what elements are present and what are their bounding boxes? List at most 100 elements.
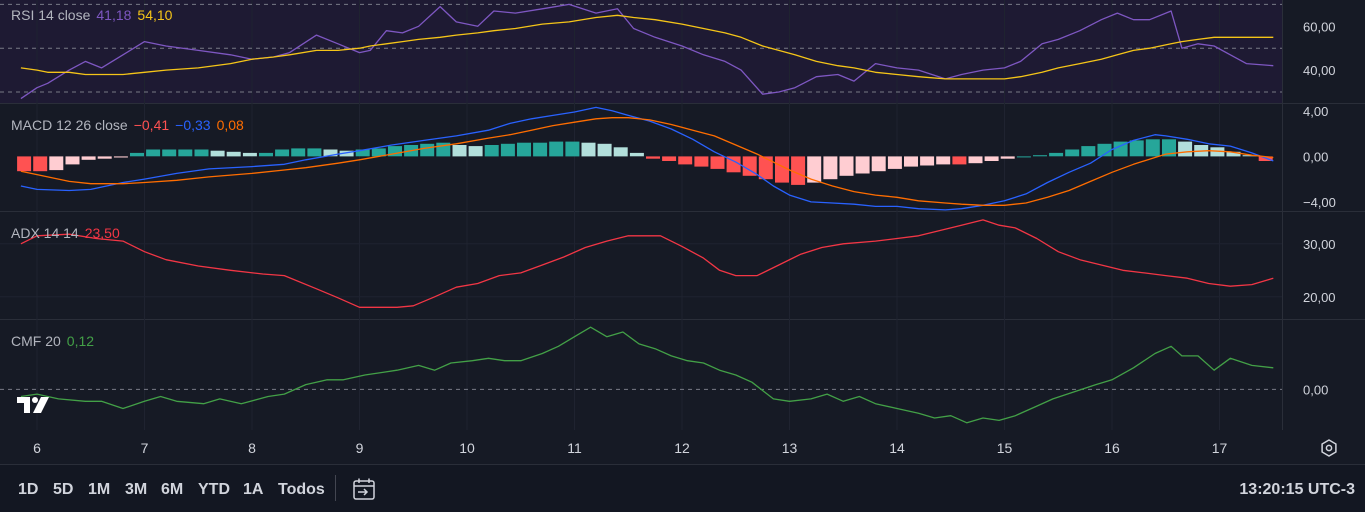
time-axis-label: 15 <box>997 440 1013 456</box>
time-axis-label: 12 <box>674 440 690 456</box>
macd-histogram-bar <box>259 152 273 157</box>
tradingview-logo-icon[interactable] <box>15 393 55 415</box>
macd-histogram-bar <box>775 156 789 183</box>
timeframe-3m-button[interactable]: 3M <box>125 481 147 499</box>
macd-histogram-bar <box>500 143 515 157</box>
macd-histogram-bar <box>549 141 564 157</box>
macd-histogram-bar <box>1129 140 1144 157</box>
time-axis-label: 8 <box>248 440 256 456</box>
footer-toolbar: 1D 5D 1M 3M 6M YTD 1A Todos 13:20:15 UTC… <box>0 464 1365 512</box>
macd-histogram-bar <box>920 156 935 166</box>
timeframe-1m-button[interactable]: 1M <box>88 481 110 499</box>
time-axis-label: 10 <box>459 440 475 456</box>
rsi-legend: RSI 14 close 41,18 54,10 <box>11 7 178 23</box>
macd-histogram-bar <box>291 148 306 157</box>
adx-legend-name: ADX 14 14 <box>11 225 79 241</box>
macd-value: −0,33 <box>175 117 211 133</box>
macd-histogram-bar <box>162 149 177 157</box>
cmf-axis-label: 0,00 <box>1303 382 1328 397</box>
macd-histogram-bar <box>33 156 48 172</box>
macd-signal-value: 0,08 <box>216 117 244 133</box>
adx-value: 23,50 <box>84 225 120 241</box>
indicator-chart[interactable]: 60,00 40,00 4,00 0,00 −4,00 30,00 20,00 0,00 6 7 8… <box>0 0 1365 511</box>
macd-histogram-bar <box>1033 155 1047 157</box>
timeframe-1a-button[interactable]: 1A <box>243 481 263 499</box>
cmf-legend: CMF 20 0,12 <box>11 333 100 349</box>
macd-histogram-bar <box>936 156 951 165</box>
macd-legend-name: MACD 12 26 close <box>11 117 128 133</box>
macd-histogram-bar <box>646 156 660 159</box>
macd-histogram-bar <box>242 152 257 157</box>
timeframe-6m-button[interactable]: 6M <box>161 481 183 499</box>
rsi-value: 41,18 <box>96 7 132 23</box>
timeframe-ytd-button[interactable]: YTD <box>198 481 230 499</box>
macd-histogram-bar <box>307 148 322 157</box>
macd-histogram-bar <box>565 141 580 157</box>
macd-histogram-bar <box>984 156 999 161</box>
macd-histogram-bar <box>452 145 467 157</box>
time-axis-label: 16 <box>1104 440 1120 456</box>
rsi-axis-label: 40,00 <box>1303 63 1336 78</box>
toolbar-divider <box>335 475 336 501</box>
time-axis-label: 11 <box>567 440 582 456</box>
macd-histogram-bar <box>968 156 983 164</box>
macd-histogram-bar <box>1016 156 1031 158</box>
macd-histogram-bar <box>855 156 870 174</box>
macd-histogram-bar <box>694 156 709 167</box>
clock-timezone[interactable]: 13:20:15 UTC-3 <box>1239 481 1355 499</box>
macd-axis-label: −4,00 <box>1303 195 1336 210</box>
macd-legend: MACD 12 26 close −0,41 −0,33 0,08 <box>11 117 250 133</box>
settings-gear-icon[interactable] <box>1319 438 1339 458</box>
adx-axis-label: 20,00 <box>1303 290 1336 305</box>
timeframe-1d-button[interactable]: 1D <box>18 481 38 499</box>
time-axis-label: 13 <box>782 440 798 456</box>
time-axis-label: 9 <box>356 440 364 456</box>
macd-histogram-bar <box>887 156 902 169</box>
macd-histogram-bar <box>194 149 209 157</box>
macd-histogram-bar <box>839 156 854 176</box>
macd-histogram-bar <box>130 152 144 157</box>
time-axis-label: 17 <box>1212 440 1228 456</box>
macd-histogram-bar <box>81 156 96 160</box>
macd-histogram-bar <box>871 156 886 172</box>
macd-histogram-bar <box>210 150 225 157</box>
macd-histogram-bar <box>662 156 677 161</box>
macd-histogram-bar <box>1145 139 1160 157</box>
macd-histogram-bar <box>1065 149 1080 157</box>
macd-histogram-bar <box>468 146 483 157</box>
macd-histogram-bar <box>1000 156 1015 159</box>
macd-histogram-bar <box>178 149 193 157</box>
calendar-range-icon[interactable] <box>352 477 376 501</box>
macd-histogram-bar <box>1049 152 1064 157</box>
macd-histogram-value: −0,41 <box>133 117 170 133</box>
cmf-value: 0,12 <box>66 333 95 349</box>
macd-histogram-bar <box>710 156 725 169</box>
macd-histogram-bar <box>420 143 435 157</box>
macd-histogram-bar <box>1081 146 1096 157</box>
macd-histogram-bar <box>49 156 64 171</box>
time-axis-label: 7 <box>141 440 149 456</box>
macd-histogram-bar <box>613 147 628 157</box>
rsi-ma-value: 54,10 <box>137 7 173 23</box>
macd-histogram-bar <box>146 149 161 157</box>
macd-histogram-bar <box>629 152 644 157</box>
macd-histogram-bar <box>1178 141 1193 157</box>
macd-histogram-bar <box>65 156 80 165</box>
macd-histogram-bar <box>597 143 612 157</box>
macd-axis-label: 4,00 <box>1303 104 1328 119</box>
time-axis-label: 14 <box>889 440 905 456</box>
macd-histogram-bar <box>517 142 531 157</box>
time-axis-label: 6 <box>33 440 41 456</box>
rsi-axis-label: 60,00 <box>1303 19 1336 34</box>
macd-histogram-bar <box>484 145 499 157</box>
macd-histogram-bar <box>823 156 838 180</box>
macd-histogram-bar <box>113 156 128 158</box>
timeframe-all-button[interactable]: Todos <box>278 481 325 499</box>
macd-histogram-bar <box>581 142 596 157</box>
macd-axis-label: 0,00 <box>1303 149 1328 164</box>
macd-histogram-bar <box>97 156 112 159</box>
macd-histogram-bar <box>17 156 32 172</box>
adx-legend: ADX 14 14 23,50 <box>11 225 126 241</box>
timeframe-5d-button[interactable]: 5D <box>53 481 73 499</box>
macd-histogram-bar <box>226 151 241 157</box>
